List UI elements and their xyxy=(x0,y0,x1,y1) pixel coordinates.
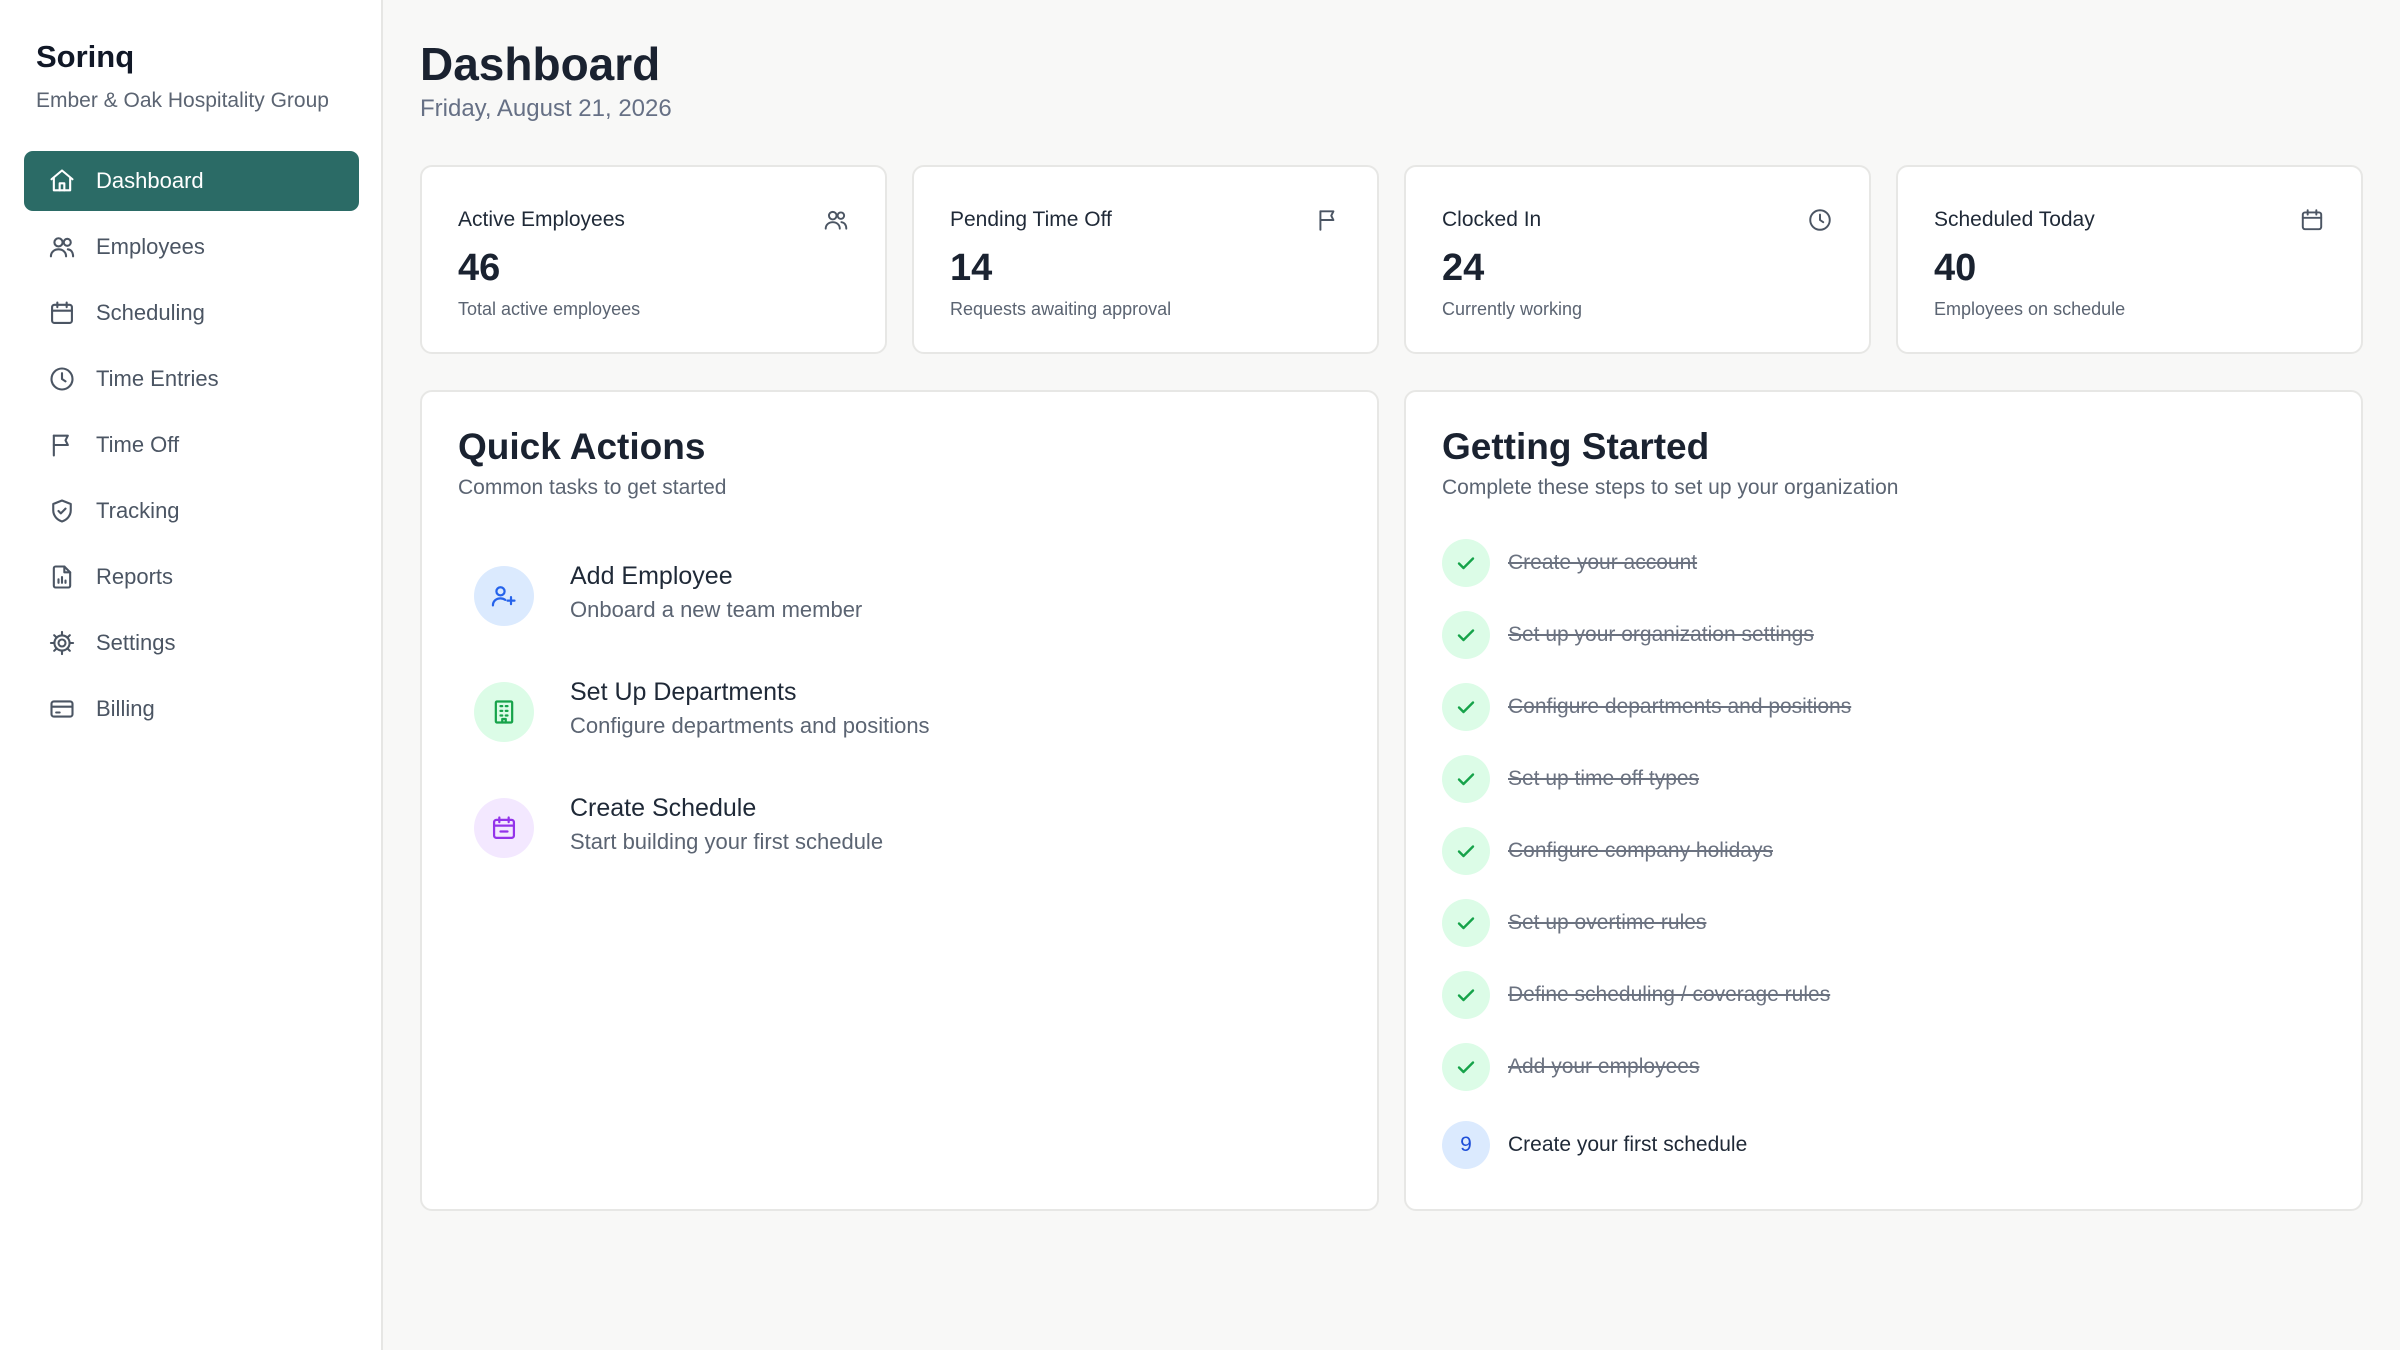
step-label: Set up your organization settings xyxy=(1508,623,1814,646)
action-label: Add Employee xyxy=(570,562,733,590)
check-icon xyxy=(1442,539,1490,587)
panel-subtitle: Complete these steps to set up your orga… xyxy=(1442,476,1899,499)
step-organization-settings[interactable]: Set up your organization settings xyxy=(1442,610,1814,660)
calendar-icon xyxy=(2299,207,2325,233)
calendar-icon xyxy=(474,798,534,858)
stat-subtitle: Requests awaiting approval xyxy=(950,299,1172,319)
action-description: Start building your first schedule xyxy=(570,829,884,854)
sidebar-item-time-entries[interactable]: Time Entries xyxy=(24,349,359,409)
create-schedule-action[interactable]: Create Schedule Start building your firs… xyxy=(474,792,1294,872)
action-label: Set Up Departments xyxy=(570,678,797,706)
action-label: Create Schedule xyxy=(570,794,757,822)
brand-name: Sorinq xyxy=(36,39,135,74)
sidebar-item-reports[interactable]: Reports xyxy=(24,547,359,607)
add-employee-action[interactable]: Add Employee Onboard a new team member xyxy=(474,560,1294,640)
organization-name: Ember & Oak Hospitality Group xyxy=(36,89,329,112)
step-label: Set up overtime rules xyxy=(1508,911,1707,934)
sidebar-item-label: Settings xyxy=(96,630,176,655)
step-number-badge: 9 xyxy=(1442,1121,1490,1169)
step-company-holidays[interactable]: Configure company holidays xyxy=(1442,826,1773,876)
users-icon xyxy=(823,207,849,233)
check-icon xyxy=(1442,1043,1490,1091)
panel-subtitle: Common tasks to get started xyxy=(458,476,727,499)
stat-value: 24 xyxy=(1442,247,1485,289)
check-icon xyxy=(1442,683,1490,731)
stat-card-clocked-in: Clocked In 24 Currently working xyxy=(1404,165,1871,354)
flag-icon xyxy=(1315,207,1341,233)
shield-icon xyxy=(48,497,76,525)
sidebar-item-scheduling[interactable]: Scheduling xyxy=(24,283,359,343)
page-date: Friday, August 21, 2026 xyxy=(420,95,672,122)
step-coverage-rules[interactable]: Define scheduling / coverage rules xyxy=(1442,970,1830,1020)
stat-title: Pending Time Off xyxy=(950,208,1112,231)
action-description: Configure departments and positions xyxy=(570,713,930,738)
stat-subtitle: Currently working xyxy=(1442,299,1583,319)
panel-title: Quick Actions xyxy=(458,426,706,467)
check-icon xyxy=(1442,971,1490,1019)
sidebar-item-employees[interactable]: Employees xyxy=(24,217,359,277)
step-label: Set up time off types xyxy=(1508,767,1700,790)
step-label: Configure company holidays xyxy=(1508,839,1773,862)
step-add-employees[interactable]: Add your employees xyxy=(1442,1042,1699,1092)
sidebar-item-settings[interactable]: Settings xyxy=(24,613,359,673)
quick-actions-panel: Quick Actions Common tasks to get starte… xyxy=(420,390,1379,1211)
sidebar-item-label: Dashboard xyxy=(96,168,204,193)
stat-title: Active Employees xyxy=(458,208,625,231)
user-plus-icon xyxy=(474,566,534,626)
credit-card-icon xyxy=(48,695,76,723)
step-overtime-rules[interactable]: Set up overtime rules xyxy=(1442,898,1706,948)
check-icon xyxy=(1442,755,1490,803)
stat-value: 46 xyxy=(458,247,501,289)
stat-subtitle: Employees on schedule xyxy=(1934,299,2126,319)
clock-icon xyxy=(48,365,76,393)
clock-icon xyxy=(1807,207,1833,233)
brand: Sorinq Ember & Oak Hospitality Group xyxy=(36,38,329,114)
check-icon xyxy=(1442,611,1490,659)
stat-subtitle: Total active employees xyxy=(458,299,641,319)
step-label: Define scheduling / coverage rules xyxy=(1508,983,1831,1006)
gear-icon xyxy=(48,629,76,657)
set-up-departments-action[interactable]: Set Up Departments Configure departments… xyxy=(474,676,1294,756)
calendar-icon xyxy=(48,299,76,327)
step-label: Create your account xyxy=(1508,551,1698,574)
sidebar-item-label: Reports xyxy=(96,564,174,589)
step-label: Configure departments and positions xyxy=(1508,695,1852,718)
sidebar-item-label: Tracking xyxy=(96,498,180,523)
getting-started-panel: Getting Started Complete these steps to … xyxy=(1404,390,2363,1211)
stat-value: 40 xyxy=(1934,247,1977,289)
sidebar-item-dashboard[interactable]: Dashboard xyxy=(24,151,359,211)
sidebar-item-label: Employees xyxy=(96,234,205,259)
check-icon xyxy=(1442,827,1490,875)
stat-card-pending-time-off: Pending Time Off 14 Requests awaiting ap… xyxy=(912,165,1379,354)
stat-title: Clocked In xyxy=(1442,208,1542,231)
step-label: Add your employees xyxy=(1508,1055,1700,1078)
step-departments-positions[interactable]: Configure departments and positions xyxy=(1442,682,1851,732)
step-time-off-types[interactable]: Set up time off types xyxy=(1442,754,1699,804)
flag-icon xyxy=(48,431,76,459)
sidebar-nav: Dashboard Employees Scheduling Time Entr… xyxy=(24,151,359,745)
sidebar-item-time-off[interactable]: Time Off xyxy=(24,415,359,475)
stat-title: Scheduled Today xyxy=(1934,208,2095,231)
users-icon xyxy=(48,233,76,261)
sidebar-item-label: Scheduling xyxy=(96,300,205,325)
sidebar-item-label: Billing xyxy=(96,696,155,721)
step-create-account[interactable]: Create your account xyxy=(1442,538,1697,588)
step-first-schedule[interactable]: 9 Create your first schedule xyxy=(1442,1120,1747,1170)
home-icon xyxy=(48,167,76,195)
stat-card-active-employees: Active Employees 46 Total active employe… xyxy=(420,165,887,354)
report-icon xyxy=(48,563,76,591)
page-title: Dashboard xyxy=(420,38,661,90)
action-description: Onboard a new team member xyxy=(570,597,863,622)
sidebar-item-billing[interactable]: Billing xyxy=(24,679,359,739)
sidebar: Sorinq Ember & Oak Hospitality Group Das… xyxy=(0,0,383,1350)
sidebar-item-label: Time Off xyxy=(96,432,180,457)
sidebar-item-tracking[interactable]: Tracking xyxy=(24,481,359,541)
check-icon xyxy=(1442,899,1490,947)
step-label: Create your first schedule xyxy=(1508,1133,1748,1156)
building-icon xyxy=(474,682,534,742)
panel-title: Getting Started xyxy=(1442,426,1710,467)
stat-value: 14 xyxy=(950,247,993,289)
stat-card-scheduled-today: Scheduled Today 40 Employees on schedule xyxy=(1896,165,2363,354)
sidebar-item-label: Time Entries xyxy=(96,366,219,391)
